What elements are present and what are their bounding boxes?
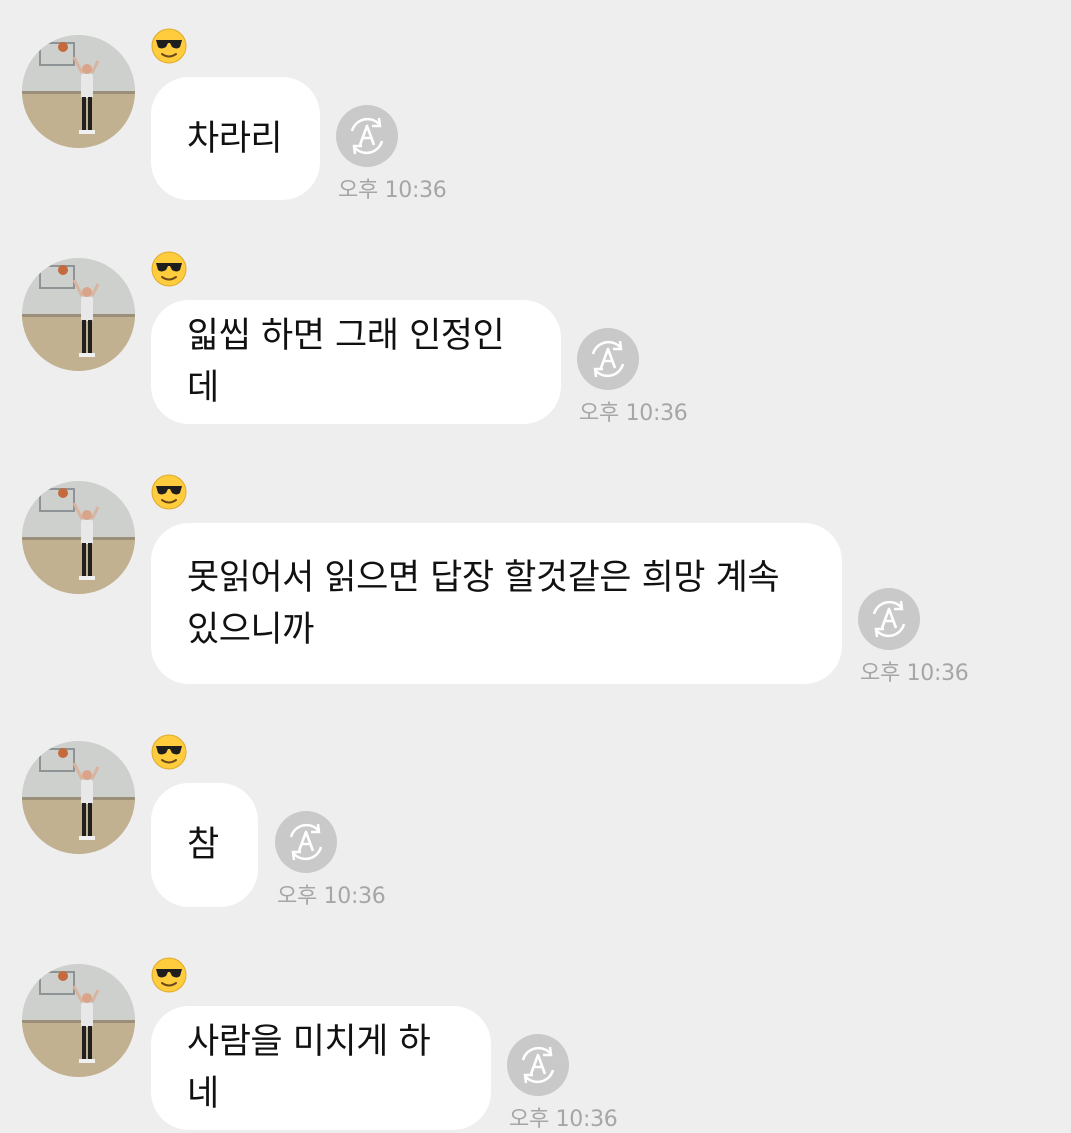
message-text: 못읽어서 읽으면 답장 할것같은 희망 계속 있으니까 xyxy=(187,552,780,656)
emoji-name-icon xyxy=(151,957,187,993)
timestamp: 오후 10:36 xyxy=(338,178,447,203)
translate-icon[interactable] xyxy=(577,328,639,390)
avatar[interactable] xyxy=(22,964,135,1077)
timestamp: 오후 10:36 xyxy=(277,884,386,909)
message-group: 사람을 미치게 하네 오후 10:36 xyxy=(0,928,1071,1132)
translate-icon[interactable] xyxy=(275,811,337,873)
message-bubble[interactable]: 못읽어서 읽으면 답장 할것같은 희망 계속 있으니까 xyxy=(151,523,842,684)
message-text: 사람을 미치게 하네 xyxy=(187,1022,431,1114)
profile-photo-icon xyxy=(22,35,135,148)
message-group: 차라리 오후 10:36 xyxy=(0,0,1071,210)
message-bubble[interactable]: 읿씹 하면 그래 인정인데 xyxy=(151,300,561,424)
timestamp: 오후 10:36 xyxy=(509,1107,618,1132)
profile-photo-icon xyxy=(22,741,135,854)
timestamp: 오후 10:36 xyxy=(579,401,688,426)
message-line: 못읽어서 읽으면 답장 할것같은 희망 계속 xyxy=(187,557,780,598)
message-line: 있으니까 xyxy=(187,609,314,650)
avatar[interactable] xyxy=(22,35,135,148)
translate-icon[interactable] xyxy=(858,588,920,650)
message-text: 참 xyxy=(187,825,219,865)
message-bubble[interactable]: 차라리 xyxy=(151,77,320,200)
avatar[interactable] xyxy=(22,481,135,594)
profile-photo-icon xyxy=(22,258,135,371)
message-bubble[interactable]: 참 xyxy=(151,783,258,907)
message-group: 참 오후 10:36 xyxy=(0,705,1071,915)
emoji-name-icon xyxy=(151,734,187,770)
message-text: 읿씹 하면 그래 인정인데 xyxy=(187,316,505,408)
message-text: 차라리 xyxy=(187,118,283,159)
message-group: 읿씹 하면 그래 인정인데 오후 10:36 xyxy=(0,222,1071,432)
message-bubble[interactable]: 사람을 미치게 하네 xyxy=(151,1006,491,1130)
timestamp: 오후 10:36 xyxy=(860,661,969,686)
profile-photo-icon xyxy=(22,964,135,1077)
profile-photo-icon xyxy=(22,481,135,594)
avatar[interactable] xyxy=(22,741,135,854)
avatar[interactable] xyxy=(22,258,135,371)
message-group: 못읽어서 읽으면 답장 할것같은 희망 계속 있으니까 오후 10:36 xyxy=(0,445,1071,705)
translate-icon[interactable] xyxy=(336,105,398,167)
emoji-name-icon xyxy=(151,251,187,287)
chat-message-list: 차라리 오후 10:36 읿씹 하면 그래 인정인데 오후 10:36 못읽어서… xyxy=(0,0,1071,1132)
translate-icon[interactable] xyxy=(507,1034,569,1096)
emoji-name-icon xyxy=(151,28,187,64)
emoji-name-icon xyxy=(151,474,187,510)
